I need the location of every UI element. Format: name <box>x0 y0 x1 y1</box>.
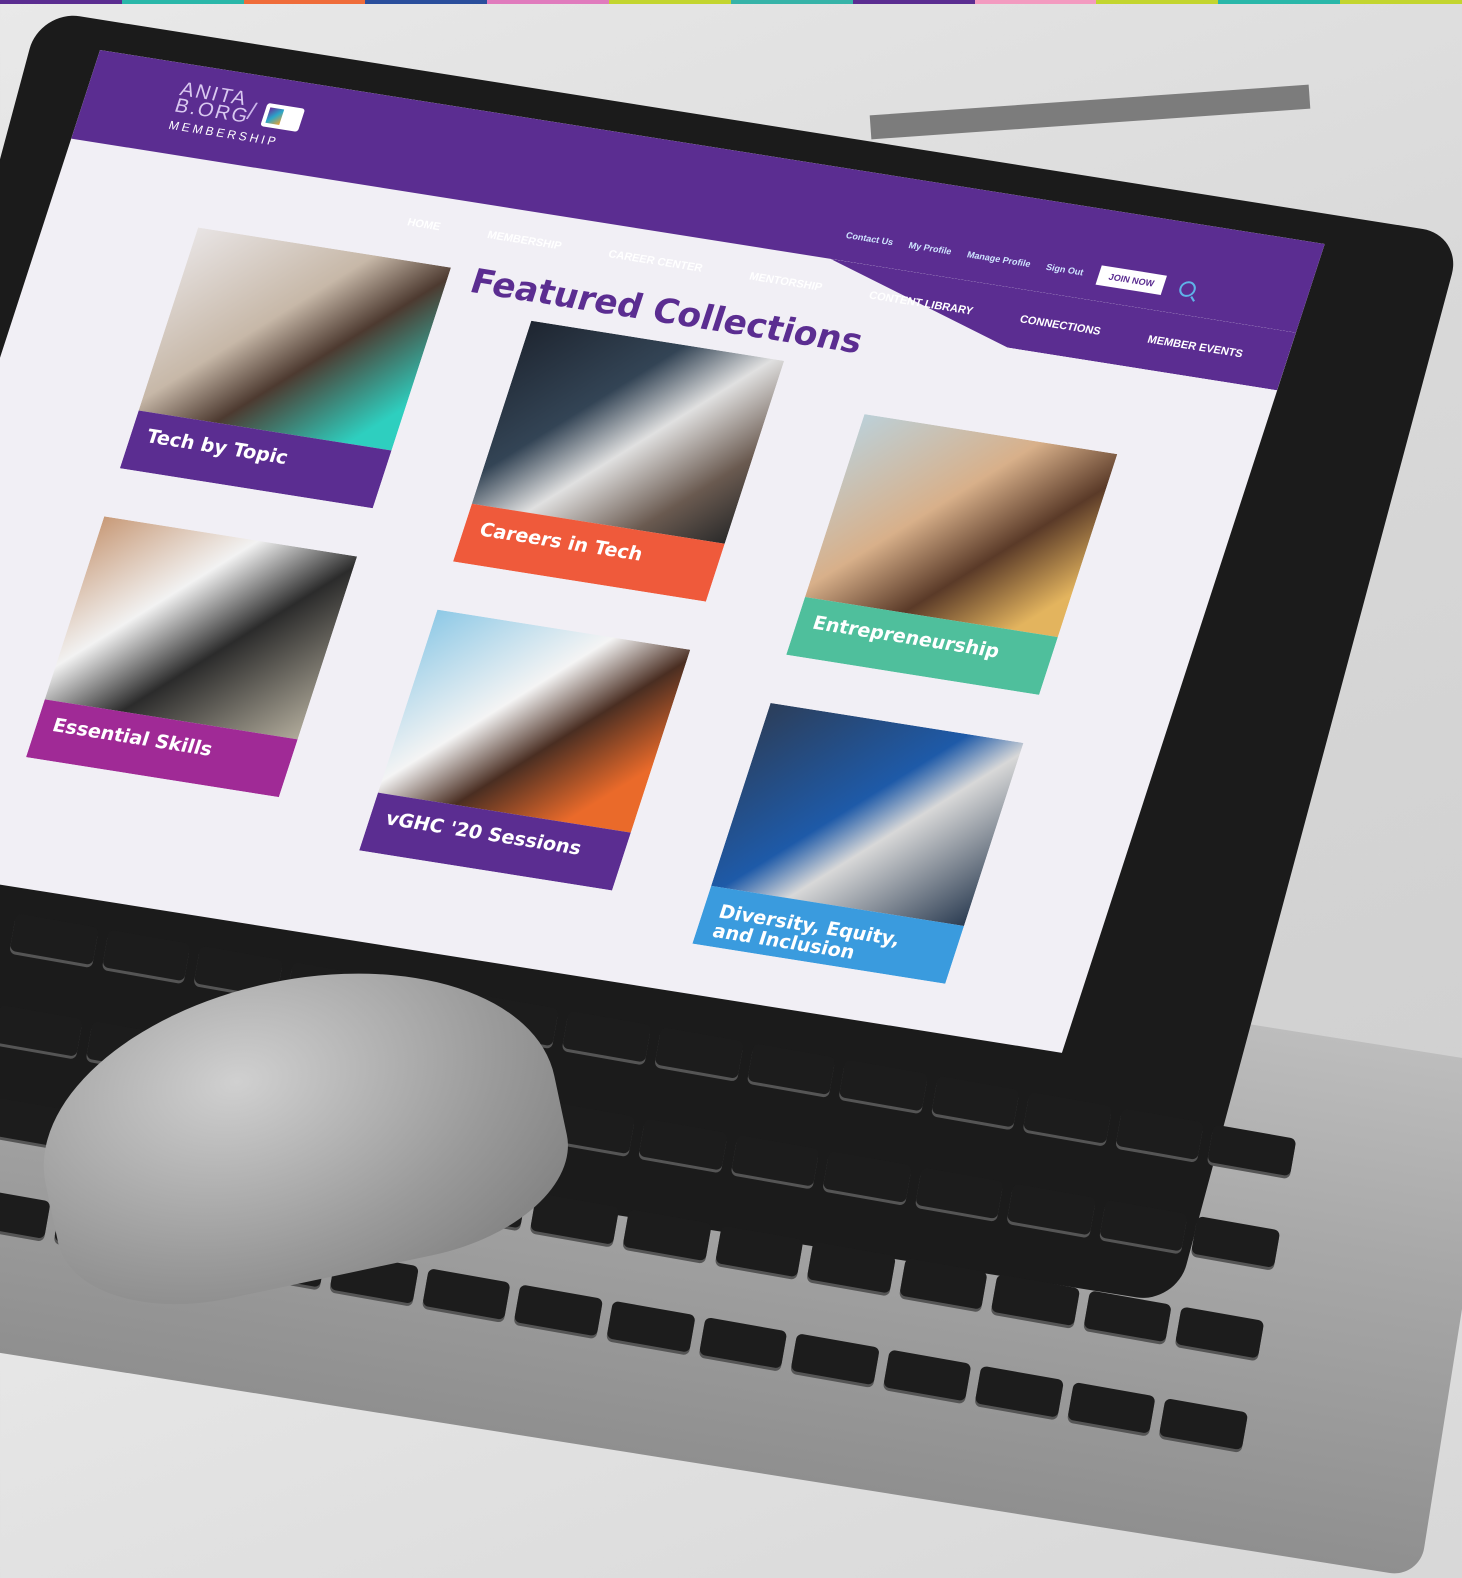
keyboard-key <box>422 1267 512 1320</box>
collection-card-tech-by-topic[interactable]: Tech by Topic <box>119 227 451 509</box>
keyboard-key <box>1207 1124 1297 1177</box>
keyboard-key <box>562 1010 652 1063</box>
keyboard-key <box>1099 1199 1189 1252</box>
keyboard-key <box>915 1166 1004 1219</box>
sign-out-link[interactable]: Sign Out <box>1045 262 1085 277</box>
keyboard-key <box>101 929 191 982</box>
nav-mentorship[interactable]: MENTORSHIP <box>748 271 824 294</box>
keyboard-key <box>1191 1215 1281 1268</box>
keyboard-key <box>606 1300 696 1353</box>
keyboard-key <box>898 1257 988 1310</box>
collection-card-diversity-equity-inclusion[interactable]: Diversity, Equity, and Inclusion <box>692 702 1024 984</box>
keyboard-key <box>1023 1091 1113 1144</box>
keyboard-key <box>530 1192 620 1245</box>
nav-content-library[interactable]: CONTENT LIBRARY <box>867 290 974 318</box>
contact-us-link[interactable]: Contact Us <box>845 230 895 247</box>
keyboard-key <box>1159 1397 1249 1450</box>
keyboard-key <box>931 1075 1021 1128</box>
keyboard-key <box>822 1150 912 1203</box>
keyboard-key <box>1115 1108 1205 1161</box>
collection-card-entrepreneurship[interactable]: Entrepreneurship <box>786 414 1118 695</box>
keyboard-key <box>714 1225 804 1278</box>
keyboard-key <box>9 913 99 966</box>
nav-connections[interactable]: CONNECTIONS <box>1018 313 1102 337</box>
keyboard-key <box>882 1348 972 1401</box>
nav-career-center[interactable]: CAREER CENTER <box>607 248 704 274</box>
keyboard-key <box>0 1004 83 1057</box>
website-screen: ANITA B.ORG MEMBERSHIP / Contact Us My P… <box>0 50 1325 1053</box>
keyboard-key <box>991 1274 1081 1327</box>
collection-card-careers-in-tech[interactable]: Careers in Tech <box>453 320 785 602</box>
nav-home[interactable]: HOME <box>406 216 442 233</box>
keyboard-key <box>638 1118 728 1170</box>
keyboard-key <box>730 1134 820 1187</box>
keyboard-key <box>654 1026 744 1079</box>
keyboard-key <box>975 1365 1064 1418</box>
keyboard-key <box>622 1209 712 1262</box>
collection-card-essential-skills[interactable]: Essential Skills <box>26 516 358 798</box>
keyboard-key <box>1067 1381 1157 1434</box>
collection-card-vghc-20-sessions[interactable]: vGHC '20 Sessions <box>359 609 691 891</box>
keyboard-key <box>514 1283 604 1336</box>
keyboard-key <box>698 1316 788 1369</box>
keyboard-key <box>0 1186 51 1239</box>
my-profile-link[interactable]: My Profile <box>907 240 953 256</box>
keyboard-key <box>746 1043 836 1096</box>
nav-member-events[interactable]: MEMBER EVENTS <box>1146 334 1245 361</box>
keyboard-key <box>1083 1290 1173 1343</box>
keyboard-key <box>1175 1306 1265 1359</box>
nav-membership[interactable]: MEMBERSHIP <box>486 229 563 252</box>
keyboard-key <box>790 1332 880 1385</box>
keyboard-key <box>838 1059 928 1112</box>
keyboard-key <box>1007 1182 1097 1235</box>
keyboard-key <box>806 1241 896 1294</box>
